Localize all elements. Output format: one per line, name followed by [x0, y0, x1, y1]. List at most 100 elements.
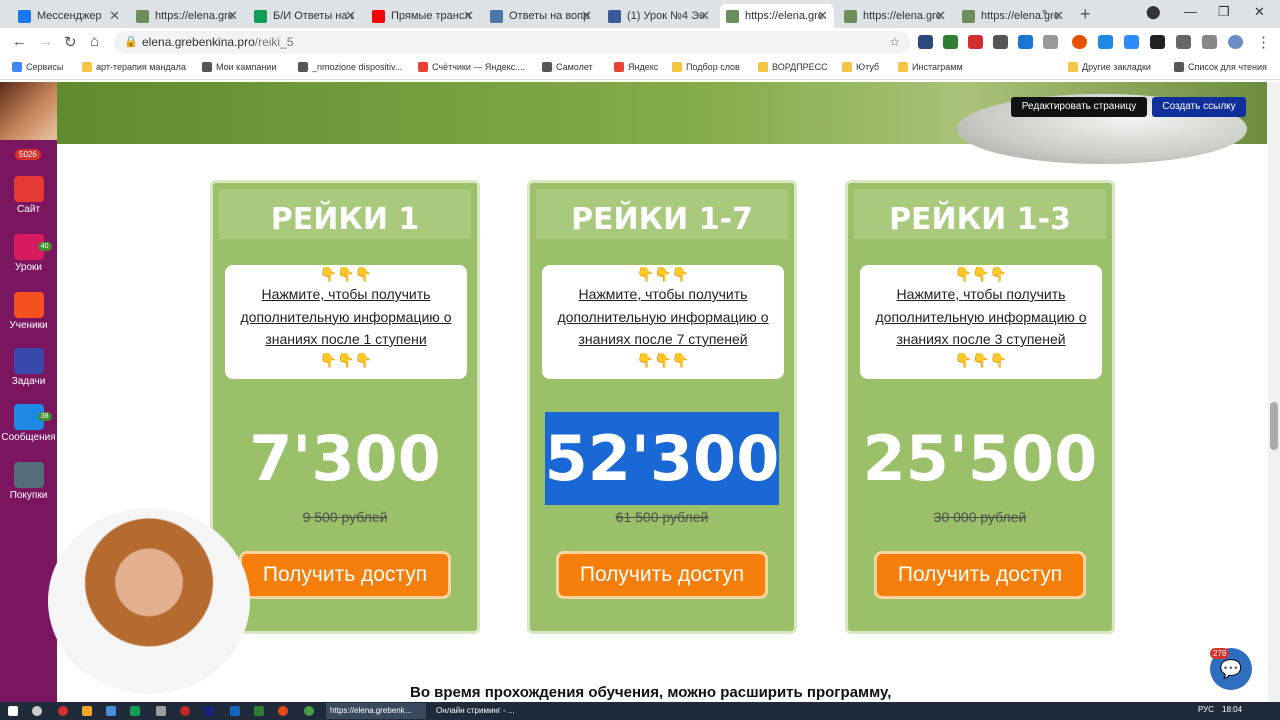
extension-icon[interactable] [943, 35, 958, 49]
tab[interactable]: Ответы на вопр ✕ [484, 4, 598, 28]
app-icon[interactable] [156, 706, 166, 716]
lock-icon[interactable]: 🔒 [124, 31, 138, 54]
taskbar-task[interactable]: Онлайн стриминг - ... [432, 703, 532, 719]
bookmark-item[interactable]: ВОРДПРЕСС [758, 62, 828, 72]
tab-close-icon[interactable]: ✕ [581, 8, 592, 24]
app-icon[interactable] [106, 706, 116, 716]
sidebar-item[interactable]: Покупки [0, 462, 57, 501]
bookmark-item[interactable]: Другие закладки [1068, 62, 1151, 72]
bookmarks-overflow-icon[interactable]: » [1042, 6, 1047, 16]
tab-close-icon[interactable]: ✕ [1053, 8, 1064, 24]
sidebar-item[interactable]: 38 Сообщения [0, 404, 57, 443]
sidebar-item[interactable]: Ученики [0, 292, 57, 331]
bookmark-item[interactable]: Сервисы [12, 62, 63, 72]
edit-page-button[interactable]: Редактировать страницу [1011, 97, 1147, 117]
get-access-button[interactable]: Получить доступ [874, 551, 1086, 599]
sidebar-label: Уроки [15, 262, 42, 273]
tab-close-icon[interactable]: ✕ [817, 8, 828, 24]
get-access-button[interactable]: Получить доступ [556, 551, 768, 599]
students-icon [13, 292, 44, 318]
bookmark-item[interactable]: арт-терапия мандала [82, 62, 186, 72]
bookmark-item[interactable]: Подбор слов [672, 62, 740, 72]
address-bar[interactable]: 🔒 elena.grebenkina.pro/reiki_5 ☆ [114, 31, 910, 54]
close-window-icon[interactable]: ✕ [1254, 4, 1265, 20]
new-tab-button[interactable]: + [1080, 4, 1091, 25]
app-icon[interactable] [278, 706, 288, 716]
home-icon[interactable]: ⌂ [90, 33, 99, 50]
reload-icon[interactable]: ↻ [64, 33, 77, 51]
info-box[interactable]: 👇👇👇 Нажмите, чтобы получить дополнительну… [860, 265, 1102, 379]
tab[interactable]: https://elena.gre ✕ [956, 4, 1070, 28]
language-indicator[interactable]: РУС [1198, 705, 1214, 714]
search-icon[interactable] [32, 706, 42, 716]
bookmark-item[interactable]: Список для чтения [1174, 62, 1267, 72]
scrollbar-thumb[interactable] [1270, 402, 1278, 450]
bookmark-icon [758, 62, 768, 72]
bookmark-item[interactable]: _nmozione dispositiv... [298, 62, 402, 72]
sidebar-item[interactable]: Задачи [0, 348, 57, 387]
excel-icon[interactable] [254, 706, 264, 716]
tab[interactable]: https://elena.gre ✕ [130, 4, 244, 28]
extension-icon[interactable] [918, 35, 933, 49]
tab-close-icon[interactable]: ✕ [699, 8, 710, 24]
extension-icon[interactable] [1043, 35, 1058, 49]
word-icon[interactable] [230, 706, 240, 716]
puzzle-icon[interactable] [1176, 35, 1191, 49]
info-link[interactable]: Нажмите, чтобы получить дополнительную и… [542, 283, 784, 351]
tab[interactable]: Прямые трансл ✕ [366, 4, 480, 28]
bookmark-item[interactable]: Ютуб [842, 62, 879, 72]
tab[interactable]: Б/И Ответы на в ✕ [248, 4, 362, 28]
tab-close-icon[interactable]: ✕ [463, 8, 474, 24]
info-box[interactable]: 👇👇👇 Нажмите, чтобы получить дополнительну… [225, 265, 467, 379]
price-value: 52'300 [544, 412, 780, 505]
tab-close-icon[interactable]: ✕ [345, 8, 356, 24]
extension-icon[interactable] [968, 35, 983, 49]
tab-close-icon[interactable]: ✕ [109, 8, 120, 24]
menu-dots-icon[interactable]: ⋮ [1256, 33, 1271, 51]
minimize-icon[interactable]: — [1184, 4, 1197, 19]
maximize-icon[interactable]: ❐ [1218, 4, 1230, 20]
bookmark-item[interactable]: Яндекс [614, 62, 658, 72]
extension-icon[interactable] [1124, 35, 1139, 49]
tab[interactable]: https://elena.gre ✕ [720, 4, 834, 28]
chrome-icon[interactable] [304, 706, 314, 716]
extension-icon[interactable] [1150, 35, 1165, 49]
extension-icon[interactable] [1018, 35, 1033, 49]
taskbar-task[interactable]: https://elena.grebenk... [326, 703, 426, 719]
bookmark-item[interactable]: Инстаграмм [898, 62, 963, 72]
extension-icon[interactable] [1098, 35, 1113, 49]
bookmark-item[interactable]: Мои кампании [202, 62, 276, 72]
app-icon[interactable] [130, 706, 140, 716]
bookmark-item[interactable]: Счётчики — Яндекс.... [418, 62, 525, 72]
photoshop-icon[interactable] [204, 706, 214, 716]
bookmark-item[interactable]: Самолет [542, 62, 593, 72]
avatar[interactable] [0, 82, 57, 140]
info-link[interactable]: Нажмите, чтобы получить дополнительную и… [860, 283, 1102, 351]
get-access-button[interactable]: Получить доступ [239, 551, 451, 599]
tab-close-icon[interactable]: ✕ [935, 8, 946, 24]
favicon-icon [254, 9, 267, 23]
forward-icon[interactable]: → [38, 33, 53, 50]
tab[interactable]: (1) Урок №4 Эн ✕ [602, 4, 716, 28]
explorer-icon[interactable] [82, 706, 92, 716]
bookmark-star-icon[interactable]: ☆ [889, 31, 900, 54]
profile-avatar-icon[interactable] [1228, 35, 1243, 49]
tab[interactable]: Мессенджер ✕ [12, 4, 126, 28]
bookmark-label: арт-терапия мандала [96, 62, 186, 72]
info-box[interactable]: 👇👇👇 Нажмите, чтобы получить дополнительну… [542, 265, 784, 379]
opera-icon[interactable] [58, 706, 68, 716]
info-link[interactable]: Нажмите, чтобы получить дополнительную и… [225, 283, 467, 351]
page-scrollbar[interactable] [1268, 82, 1280, 702]
media-icon[interactable] [1202, 35, 1217, 49]
profile-menu-icon[interactable]: ⬤ [1146, 4, 1161, 20]
extension-icon[interactable] [993, 35, 1008, 49]
back-icon[interactable]: ← [12, 33, 27, 50]
create-link-button[interactable]: Создать ссылку [1152, 97, 1246, 117]
extension-icon[interactable] [1072, 35, 1087, 49]
tab[interactable]: https://elena.gre ✕ [838, 4, 952, 28]
sidebar-item[interactable]: Сайт [0, 176, 57, 215]
sidebar-item[interactable]: 40 Уроки [0, 234, 57, 273]
app-icon[interactable] [180, 706, 190, 716]
windows-start-icon[interactable] [8, 706, 18, 716]
tab-close-icon[interactable]: ✕ [227, 8, 238, 24]
